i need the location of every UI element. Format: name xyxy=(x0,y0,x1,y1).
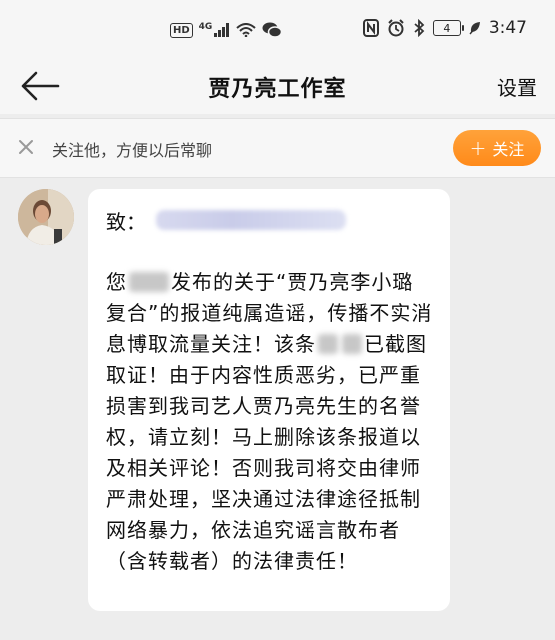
message-recipient-line: 致： xyxy=(106,203,434,237)
avatar-photo xyxy=(18,189,74,245)
battery-icon: 4 xyxy=(432,20,464,36)
redacted-text xyxy=(129,272,169,292)
wifi-icon xyxy=(236,23,256,37)
follow-button-label: 关注 xyxy=(492,140,525,159)
redacted-text xyxy=(342,334,362,354)
leaf-icon xyxy=(469,22,480,35)
signal-icon xyxy=(214,23,230,37)
battery-level: 4 xyxy=(443,21,451,35)
clock-time: 3:47 xyxy=(488,18,527,38)
message-body: 您发布的关于“贾乃亮李小璐复合”的报道纯属造谣，传播不实消息博取流量关注！该条已… xyxy=(106,267,434,577)
bluetooth-icon xyxy=(414,19,425,37)
redacted-text xyxy=(318,334,338,354)
network-type: 4G xyxy=(198,22,213,32)
salutation: 致： xyxy=(106,209,146,234)
nfc-icon xyxy=(362,19,379,37)
status-left-icons: HD 4G xyxy=(170,22,283,38)
message-text-part2: 已截图取证！由于内容性质恶劣，已严重损害到我司艺人贾乃亮先生的名誉权，请立刻！马… xyxy=(106,332,427,573)
redacted-recipient xyxy=(156,210,346,230)
alarm-icon xyxy=(388,19,404,37)
status-bar: HD 4G 4 3:47 xyxy=(0,0,555,58)
hd-indicator: HD xyxy=(170,22,193,38)
avatar[interactable] xyxy=(18,189,74,245)
plus-icon: + xyxy=(469,136,487,160)
settings-button[interactable]: 设置 xyxy=(497,72,537,101)
chat-header: 贾乃亮工作室 设置 xyxy=(0,58,555,114)
page-title: 贾乃亮工作室 xyxy=(208,77,347,102)
close-icon xyxy=(19,140,33,154)
wechat-icon xyxy=(262,22,283,38)
follow-prompt-bar: 关注他，方便以后常聊 + 关注 xyxy=(0,118,555,178)
message-text-prefix: 您 xyxy=(106,270,127,294)
close-follow-prompt-button[interactable] xyxy=(14,135,38,159)
follow-button[interactable]: + 关注 xyxy=(453,130,541,166)
message-bubble: 致： 您发布的关于“贾乃亮李小璐复合”的报道纯属造谣，传播不实消息博取流量关注！… xyxy=(88,189,450,611)
follow-prompt-text: 关注他，方便以后常聊 xyxy=(52,141,213,160)
status-right-icons: 4 3:47 xyxy=(362,18,527,38)
